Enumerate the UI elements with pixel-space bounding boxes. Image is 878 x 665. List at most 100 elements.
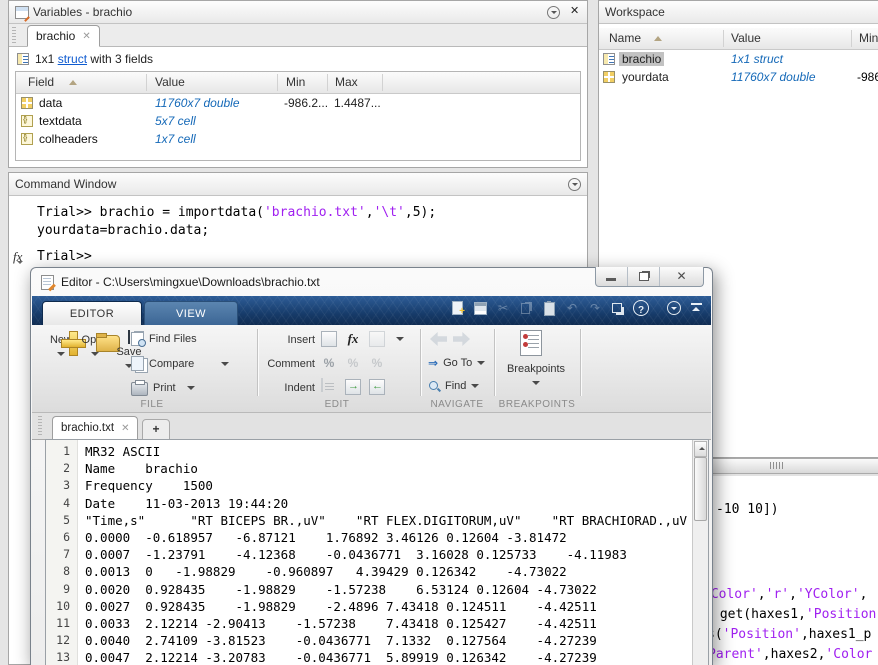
- drag-grip-icon[interactable]: [12, 27, 16, 43]
- editor-titlebar[interactable]: Editor - C:\Users\mingxue\Downloads\brac…: [31, 268, 712, 296]
- back-icon[interactable]: [430, 332, 447, 346]
- cut-icon[interactable]: [495, 300, 511, 316]
- goto-button[interactable]: Go To: [428, 356, 485, 370]
- table-row[interactable]: yourdata11760x7 double-986.2...: [599, 68, 878, 86]
- open-button[interactable]: Open: [77, 331, 113, 358]
- paste-icon[interactable]: [541, 300, 557, 316]
- code-pane[interactable]: MR32 ASCIIName brachioFrequency 1500Date…: [78, 440, 708, 665]
- code-line[interactable]: 0.0007 -1.23791 -4.12368 -0.0436771 3.16…: [85, 546, 708, 563]
- dropdown-icon[interactable]: [57, 352, 65, 356]
- table-row[interactable]: textdata5x7 cell: [16, 112, 580, 130]
- struct-icon: [17, 53, 29, 65]
- vertical-scrollbar[interactable]: [692, 440, 708, 665]
- smart-indent-icon[interactable]: [321, 378, 323, 392]
- minimize-button[interactable]: [596, 267, 627, 286]
- code-line[interactable]: Name brachio: [85, 460, 708, 477]
- dropdown-icon[interactable]: [532, 381, 540, 385]
- code-line[interactable]: MR32 ASCII: [85, 443, 708, 460]
- close-icon: [660, 269, 703, 283]
- line-number: 6: [46, 529, 77, 546]
- scrollbar-thumb[interactable]: [694, 457, 707, 521]
- code-line[interactable]: Frequency 1500: [85, 477, 708, 494]
- summary-suffix: with 3 fields: [87, 52, 153, 66]
- wrap-comments-icon[interactable]: [369, 355, 385, 371]
- code-line[interactable]: 0.0047 2.12214 -3.20783 -0.0436771 5.899…: [85, 649, 708, 665]
- indent-right-icon[interactable]: [345, 379, 361, 395]
- dropdown-icon[interactable]: [91, 352, 99, 356]
- document-tab-brachio-txt[interactable]: brachio.txt ✕: [52, 416, 138, 440]
- restore-button[interactable]: [627, 267, 659, 286]
- splitter-grip-icon[interactable]: [770, 462, 784, 469]
- code-line[interactable]: 0.0000 -0.618957 -6.87121 1.76892 3.4612…: [85, 529, 708, 546]
- code-line[interactable]: 0.0033 2.12214 -2.90413 -1.57238 7.43418…: [85, 615, 708, 632]
- collapse-ribbon-icon[interactable]: [691, 302, 703, 314]
- insert-section-icon[interactable]: [321, 331, 337, 347]
- close-tab-icon[interactable]: ✕: [82, 31, 90, 42]
- table-row[interactable]: brachio1x1 struct: [599, 50, 878, 68]
- new-tab-button[interactable]: [142, 419, 170, 440]
- variables-tab-label: brachio: [36, 29, 75, 43]
- table-row[interactable]: colheaders1x7 cell: [16, 130, 580, 148]
- column-field[interactable]: Field: [28, 75, 54, 89]
- scroll-up-icon[interactable]: [694, 441, 707, 457]
- find-button[interactable]: Find: [428, 380, 479, 392]
- copy-icon[interactable]: [518, 300, 534, 316]
- undo-icon[interactable]: [564, 300, 580, 316]
- variables-tabstrip: brachio ✕: [9, 24, 587, 47]
- line-number: 13: [46, 649, 77, 665]
- new-button[interactable]: New: [43, 331, 79, 358]
- command-window-body[interactable]: Trial>> brachio = importdata('brachio.tx…: [9, 196, 587, 266]
- dropdown-icon[interactable]: [187, 386, 195, 390]
- dropdown-icon[interactable]: [396, 337, 404, 341]
- indent-left-icon[interactable]: [369, 379, 385, 395]
- insert-function-icon[interactable]: [369, 331, 385, 347]
- panel-actions-icon[interactable]: [568, 178, 581, 191]
- code-line[interactable]: 0.0040 2.74109 -3.81523 -0.0436771 7.133…: [85, 632, 708, 649]
- tab-view[interactable]: VIEW: [144, 301, 238, 325]
- breakpoints-icon[interactable]: [520, 330, 542, 356]
- dropdown-icon[interactable]: [471, 384, 479, 388]
- find-files-button[interactable]: Find Files: [131, 332, 197, 346]
- close-window-button[interactable]: [659, 267, 703, 286]
- column-min[interactable]: Min: [859, 31, 878, 45]
- save-icon[interactable]: [472, 300, 488, 316]
- drag-grip-icon[interactable]: [38, 416, 42, 436]
- redo-icon[interactable]: [587, 300, 603, 316]
- restore-icon: [639, 272, 649, 281]
- forward-icon[interactable]: [453, 332, 470, 346]
- toolstrip-menu-icon[interactable]: [667, 301, 681, 315]
- editor-window: Editor - C:\Users\mingxue\Downloads\brac…: [30, 267, 713, 665]
- print-button[interactable]: Print: [131, 380, 195, 396]
- insert-fx-icon[interactable]: fx: [345, 331, 361, 347]
- breakpoints-label[interactable]: Breakpoints: [498, 363, 574, 375]
- table-row[interactable]: data11760x7 double-986.2...1.4487...: [16, 94, 580, 112]
- background-code-line: s('Position',haxes1_p: [707, 627, 871, 643]
- code-line[interactable]: 0.0027 0.928435 -1.98829 -2.4896 7.43418…: [85, 598, 708, 615]
- line-number: 2: [46, 460, 77, 477]
- code-line[interactable]: "Time,s" "RT BICEPS BR.,uV" "RT FLEX.DIG…: [85, 512, 708, 529]
- code-line[interactable]: Date 11-03-2013 19:44:20: [85, 495, 708, 512]
- comment-icon[interactable]: [321, 355, 337, 371]
- tab-editor[interactable]: EDITOR: [42, 301, 142, 325]
- column-value[interactable]: Value: [155, 75, 185, 89]
- line-number-gutter: 12345678910111213: [46, 440, 78, 665]
- close-tab-icon[interactable]: ✕: [121, 423, 129, 434]
- help-icon[interactable]: [633, 300, 649, 316]
- dropdown-icon[interactable]: [477, 361, 485, 365]
- dropdown-icon[interactable]: [221, 362, 229, 366]
- new-script-icon[interactable]: [449, 300, 465, 316]
- switch-windows-icon[interactable]: [610, 300, 626, 316]
- code-line[interactable]: 0.0020 0.928435 -1.98829 -1.57238 6.5312…: [85, 581, 708, 598]
- panel-actions-icon[interactable]: [547, 6, 560, 19]
- column-min[interactable]: Min: [286, 75, 305, 89]
- sort-ascending-icon: [654, 36, 662, 41]
- column-max[interactable]: Max: [335, 75, 358, 89]
- struct-link[interactable]: struct: [58, 52, 87, 66]
- compare-button[interactable]: Compare: [131, 356, 229, 371]
- column-value[interactable]: Value: [731, 31, 761, 45]
- code-line[interactable]: 0.0013 0 -1.98829 -0.960897 4.39429 0.12…: [85, 563, 708, 580]
- close-panel-icon[interactable]: [570, 7, 581, 18]
- column-name[interactable]: Name: [609, 31, 641, 45]
- variables-tab-brachio[interactable]: brachio ✕: [27, 25, 100, 47]
- uncomment-icon[interactable]: [345, 355, 361, 371]
